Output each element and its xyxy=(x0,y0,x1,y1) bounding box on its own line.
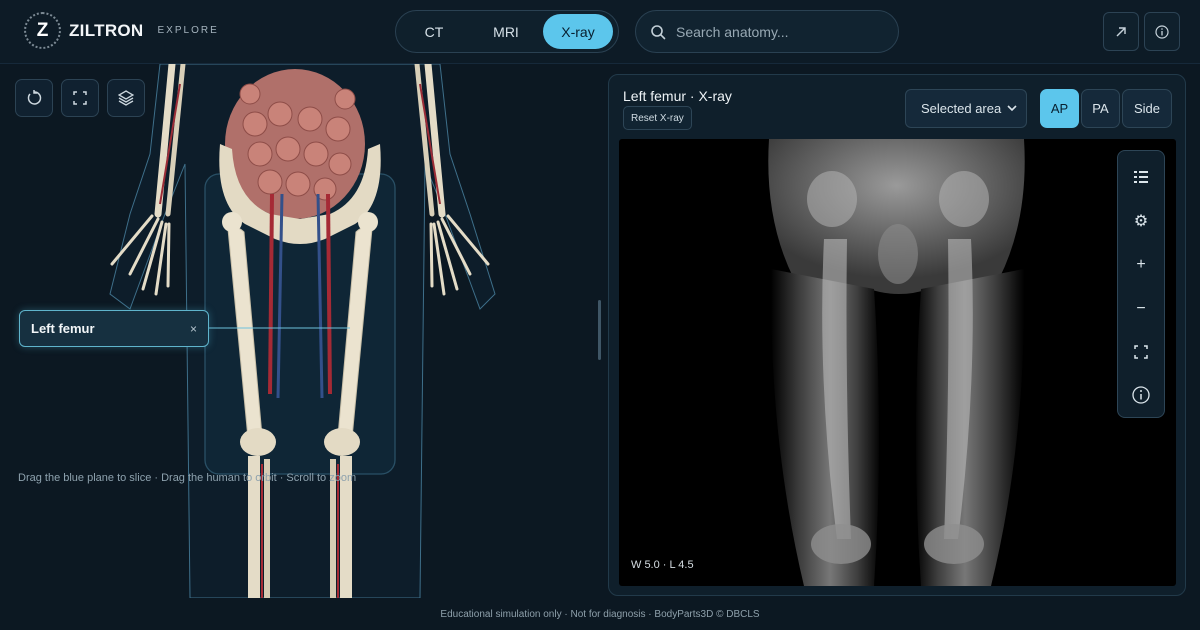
external-link-icon xyxy=(1116,26,1126,36)
tab-ct[interactable]: CT xyxy=(399,14,469,49)
settings-button[interactable]: ⚙ xyxy=(1118,203,1164,239)
anatomy-3d-viewer[interactable]: Left femur × Drag the blue plane to slic… xyxy=(0,64,602,598)
panel-title: Left femur · X-ray xyxy=(623,88,732,104)
image-toolbar: ⚙ + − xyxy=(1117,150,1165,418)
external-link-button[interactable] xyxy=(1103,12,1139,51)
area-select[interactable]: Selected area xyxy=(905,89,1027,128)
app-header: Z ZILTRON EXPLORE CT MRI X-ray xyxy=(0,0,1200,64)
zoom-in-icon: + xyxy=(1136,256,1146,273)
reset-rotation-button[interactable] xyxy=(15,79,53,117)
layers-icon xyxy=(118,90,134,106)
image-info-button[interactable] xyxy=(1118,377,1164,413)
window-level-readout: W 5.0 · L 4.5 xyxy=(631,559,694,571)
settings-icon: ⚙ xyxy=(1133,213,1149,230)
structure-name: Left femur xyxy=(31,321,95,336)
interaction-hint: Drag the blue plane to slice · Drag the … xyxy=(18,472,357,484)
tab-mri[interactable]: MRI xyxy=(471,14,541,49)
view-side-button[interactable]: Side xyxy=(1122,89,1172,128)
brand-logo[interactable]: Z ZILTRON EXPLORE xyxy=(24,12,219,49)
zoom-out-button[interactable]: − xyxy=(1118,291,1164,327)
search-icon xyxy=(651,24,666,39)
area-select-value: Selected area xyxy=(921,101,1002,116)
reset-rotation-icon xyxy=(27,90,42,105)
zoom-in-button[interactable]: + xyxy=(1118,247,1164,283)
view-ap-button[interactable]: AP xyxy=(1040,89,1079,128)
search-box xyxy=(635,10,899,53)
zoom-out-icon: − xyxy=(1136,300,1146,317)
xray-panel: Left femur · X-ray Reset X-ray Selected … xyxy=(608,74,1186,596)
logo-mark: Z xyxy=(24,12,61,49)
info-icon xyxy=(1155,24,1169,39)
panel-resize-handle[interactable] xyxy=(598,300,601,360)
list-button[interactable] xyxy=(1118,159,1164,195)
fit-button[interactable] xyxy=(1118,334,1164,370)
brand-subtitle: EXPLORE xyxy=(157,25,219,36)
chevron-down-icon xyxy=(1007,105,1017,112)
fullscreen-button[interactable] xyxy=(61,79,99,117)
xray-image[interactable]: W 5.0 · L 4.5 ⚙ + − xyxy=(619,139,1176,586)
modality-switch: CT MRI X-ray xyxy=(395,10,619,53)
view-pa-button[interactable]: PA xyxy=(1081,89,1120,128)
xray-radiograph xyxy=(768,139,1025,586)
disclaimer-footer: Educational simulation only · Not for di… xyxy=(0,598,1200,630)
layers-button[interactable] xyxy=(107,79,145,117)
info-button[interactable] xyxy=(1144,12,1180,51)
search-input[interactable] xyxy=(676,23,876,40)
brand-name: ZILTRON xyxy=(69,20,144,40)
fullscreen-icon xyxy=(73,91,87,105)
selected-structure-label[interactable]: Left femur × xyxy=(19,310,209,347)
info-icon xyxy=(1132,386,1150,404)
footer-text: Educational simulation only · Not for di… xyxy=(440,608,760,620)
close-icon[interactable]: × xyxy=(190,322,197,336)
reset-xray-button[interactable]: Reset X-ray xyxy=(623,106,692,130)
fit-icon xyxy=(1134,345,1148,359)
list-icon xyxy=(1134,171,1148,183)
tab-xray[interactable]: X-ray xyxy=(543,14,613,49)
